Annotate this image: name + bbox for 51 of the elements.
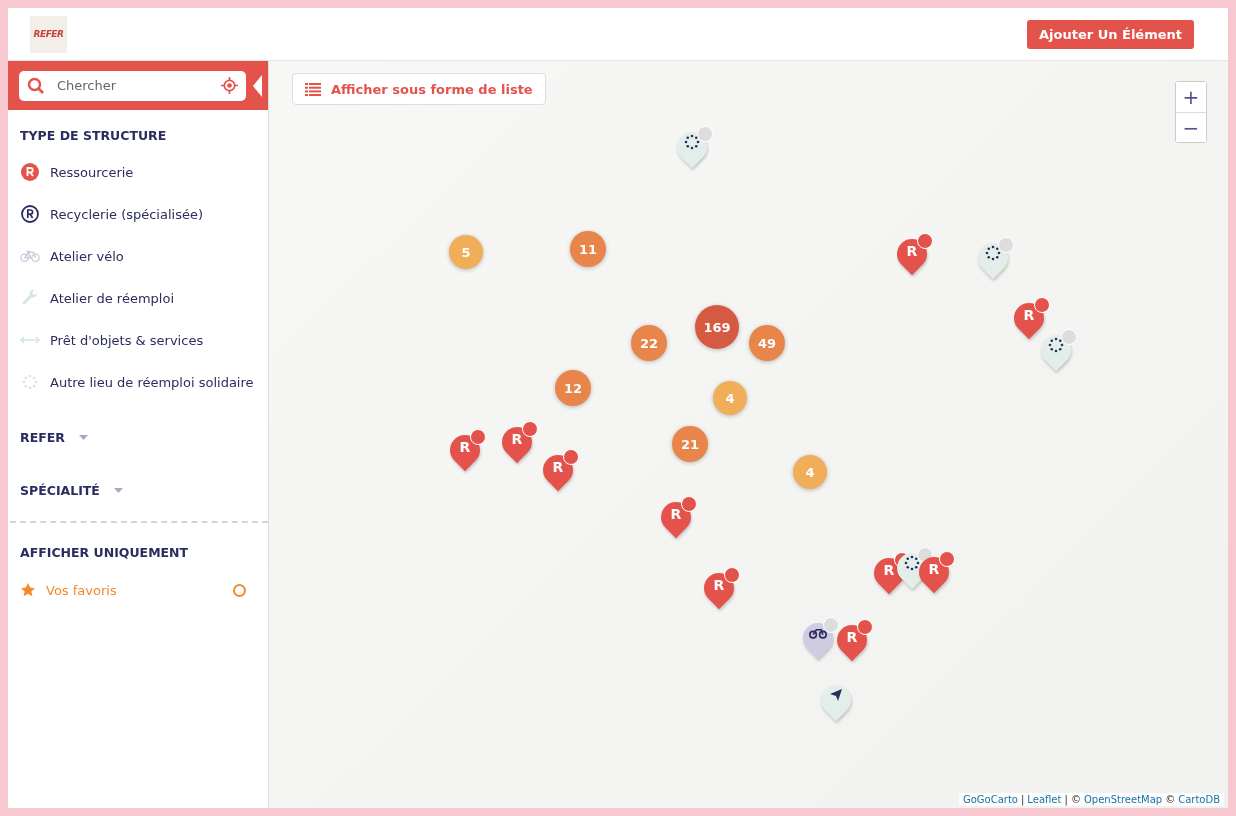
double-arrow-icon xyxy=(20,335,40,345)
locate-icon[interactable] xyxy=(221,77,238,94)
filter-dropdown[interactable]: REFER xyxy=(8,411,268,464)
zoom-out-button[interactable]: − xyxy=(1176,112,1206,142)
section-title: AFFICHER UNIQUEMENT xyxy=(19,545,190,560)
r-marker-pin[interactable]: R xyxy=(915,551,955,595)
attribution-separator: © xyxy=(1165,794,1176,805)
attribution-separator: | © xyxy=(1064,794,1081,805)
dotted-circle-icon xyxy=(684,133,700,150)
r-badge-icon xyxy=(21,163,39,181)
category-item[interactable]: Prêt d'objets & services xyxy=(8,319,268,361)
category-item[interactable]: Autre lieu de réemploi solidaire xyxy=(8,361,268,403)
r-marker-pin[interactable]: R xyxy=(870,552,910,596)
favorites-toggle[interactable] xyxy=(233,583,246,597)
wrench-icon xyxy=(21,289,39,307)
filter-dropdown[interactable]: SPÉCIALITÉ xyxy=(8,464,268,517)
favorites-item[interactable]: Vos favoris xyxy=(8,570,268,610)
dotted-circle-icon xyxy=(1048,336,1064,353)
bicycle-icon xyxy=(20,249,40,263)
attribution-link[interactable]: OpenStreetMap xyxy=(1083,794,1163,805)
star-icon xyxy=(20,582,36,598)
r-marker-pin[interactable]: R xyxy=(446,429,486,473)
attribution-link[interactable]: CartoDB xyxy=(1178,794,1220,805)
r-marker-pin[interactable]: R xyxy=(700,567,740,611)
r-marker-pin[interactable]: R xyxy=(833,619,873,663)
search-icon xyxy=(27,76,45,95)
navigation-arrow-icon xyxy=(829,687,843,702)
dotted-circle-icon xyxy=(985,244,1001,261)
bicycle-icon xyxy=(809,627,827,639)
r-marker-pin[interactable]: R xyxy=(657,496,697,540)
category-item[interactable]: Recyclerie (spécialisée) xyxy=(8,193,268,235)
attribution-link[interactable]: GoGoCarto xyxy=(962,794,1018,805)
r-marker-pin[interactable]: R xyxy=(498,421,538,465)
registered-icon xyxy=(21,205,39,223)
list-icon xyxy=(305,82,321,96)
category-item[interactable]: Ressourcerie xyxy=(8,151,268,193)
r-marker-pin[interactable]: R xyxy=(893,233,933,277)
search-box[interactable]: Chercher xyxy=(19,70,246,101)
section-title: TYPE DE STRUCTURE xyxy=(19,128,168,143)
category-item[interactable]: Atelier de réemploi xyxy=(8,277,268,319)
category-item[interactable]: Atelier vélo xyxy=(8,235,268,277)
add-element-button[interactable]: Ajouter Un Élément xyxy=(1027,19,1194,49)
attribution-link[interactable]: Leaflet xyxy=(1027,794,1062,805)
logo[interactable]: REFER xyxy=(30,15,67,53)
list-view-button[interactable]: Afficher sous forme de liste xyxy=(292,73,546,105)
dotted-circle-icon xyxy=(904,554,920,571)
dotted-circle-icon xyxy=(22,374,38,390)
attribution-separator: | xyxy=(1020,794,1025,805)
r-marker-pin[interactable]: R xyxy=(539,449,579,493)
collapse-icon[interactable] xyxy=(253,74,262,97)
r-marker-pin[interactable]: R xyxy=(1010,297,1050,341)
